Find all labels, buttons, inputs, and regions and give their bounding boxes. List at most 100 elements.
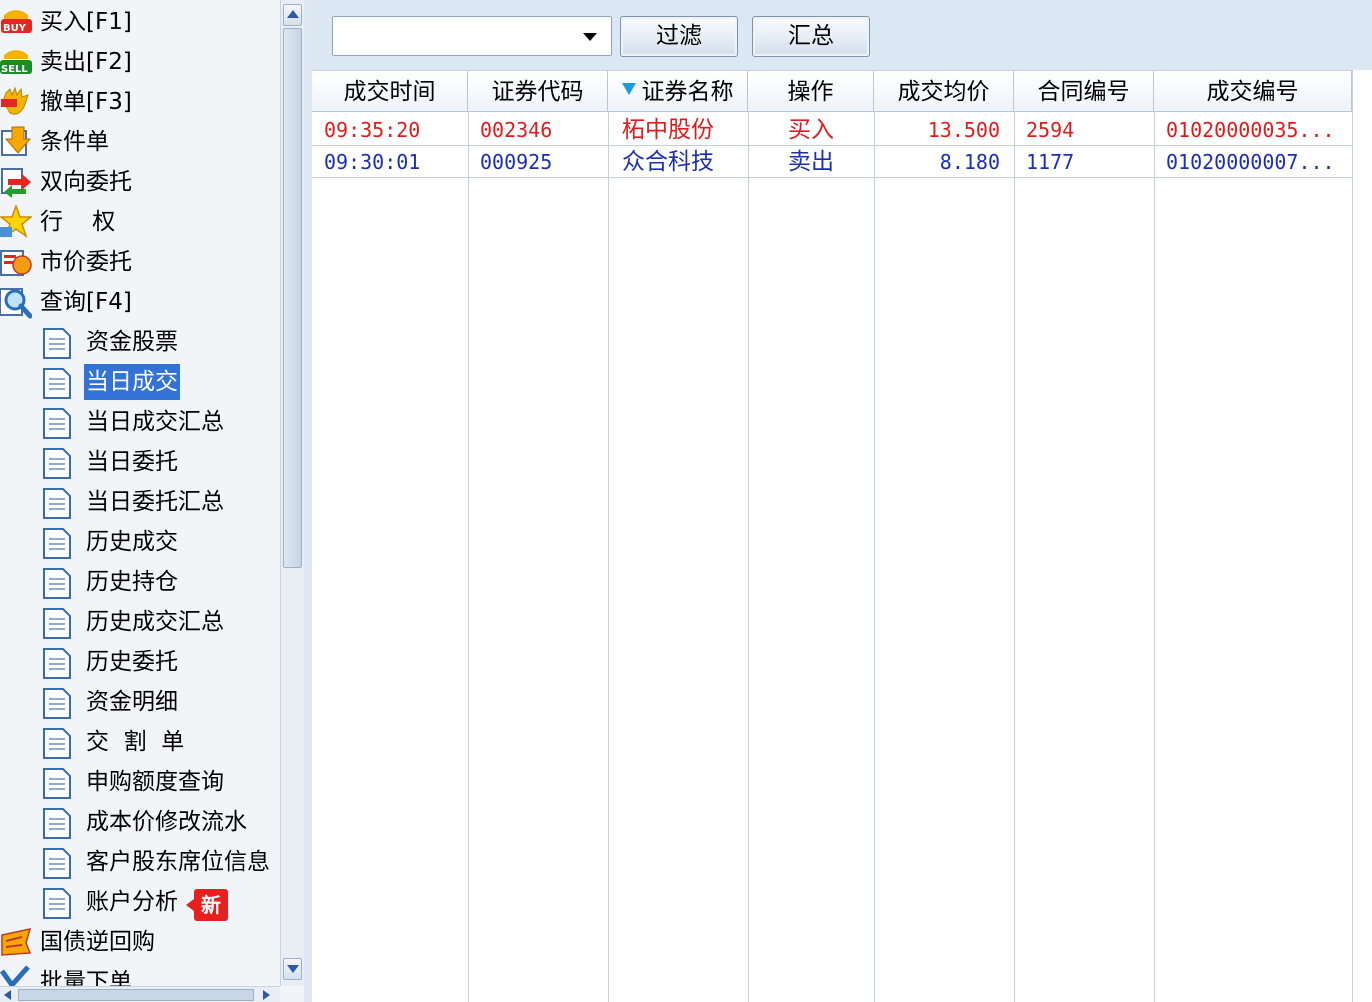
- sort-indicator-icon: [621, 83, 636, 95]
- tree-item-condition-order[interactable]: 条件单: [0, 122, 280, 162]
- cell-deal-no: 01020000007...: [1166, 150, 1335, 174]
- toolbar: 过滤 汇总: [312, 0, 1372, 70]
- sub-item-label: 资金股票: [86, 329, 178, 355]
- column-divider: [1352, 70, 1353, 1002]
- document-icon: [43, 808, 71, 839]
- summary-button[interactable]: 汇总: [752, 16, 870, 57]
- sub-item-label: 账户分析: [86, 889, 178, 915]
- column-divider: [874, 112, 875, 1002]
- main-panel: 过滤 汇总 成交时间 证券代码 证券名称 操作 成交均价 合同编号 成交编号 0…: [304, 0, 1372, 1002]
- tree-item-market-order[interactable]: 市价委托: [0, 242, 280, 282]
- tree-item-label: 买入[F1]: [40, 9, 132, 35]
- sub-item-account-analysis[interactable]: 账户分析 新: [0, 882, 280, 922]
- sub-item-delivery-slip[interactable]: 交 割 单: [0, 722, 280, 762]
- sub-item-history-trades[interactable]: 历史成交: [0, 522, 280, 562]
- svg-text:SELL: SELL: [1, 64, 28, 75]
- tree-item-buy[interactable]: BUY 买入[F1]: [0, 2, 280, 42]
- cell-action: 买入: [788, 117, 834, 143]
- filter-button[interactable]: 过滤: [620, 16, 738, 57]
- tree-item-label: 查询[F4]: [40, 289, 132, 315]
- sub-item-cost-price-log[interactable]: 成本价修改流水: [0, 802, 280, 842]
- tree-item-label: 国债逆回购: [40, 929, 155, 955]
- arrow-down-icon: [287, 965, 299, 973]
- arrow-right-icon: [263, 990, 270, 1000]
- batch-order-icon: [0, 965, 30, 986]
- tree-horizontal-scrollbar[interactable]: [0, 986, 280, 1002]
- column-header-deal-no[interactable]: 成交编号: [1154, 71, 1352, 112]
- sub-item-label: 成本价修改流水: [86, 809, 247, 835]
- document-icon: [43, 328, 71, 359]
- filter-dropdown[interactable]: [332, 16, 612, 56]
- sub-item-funds-stocks[interactable]: 资金股票: [0, 322, 280, 362]
- table-row[interactable]: 09:35:20 002346 柘中股份 买入 13.500 2594 0102…: [312, 114, 1352, 146]
- sub-item-shareholder-seat-info[interactable]: 客户股东席位信息: [0, 842, 280, 882]
- sub-item-label-selected: 当日成交: [84, 364, 180, 400]
- buy-icon: BUY: [1, 10, 32, 34]
- column-header-name[interactable]: 证券名称: [608, 71, 748, 112]
- sub-item-label: 申购额度查询: [86, 769, 224, 795]
- cancel-order-icon: [1, 86, 29, 115]
- document-icon: [43, 568, 71, 599]
- document-icon: [43, 488, 71, 519]
- tree-item-label: 双向委托: [40, 169, 132, 195]
- scroll-down-button[interactable]: [283, 958, 302, 980]
- table-row[interactable]: 09:30:01 000925 众合科技 卖出 8.180 1177 01020…: [312, 146, 1352, 178]
- sub-item-history-orders[interactable]: 历史委托: [0, 642, 280, 682]
- cell-name: 柘中股份: [622, 117, 714, 143]
- tree-item-label: 卖出[F2]: [40, 49, 132, 75]
- sub-item-fund-details[interactable]: 资金明细: [0, 682, 280, 722]
- cell-name: 众合科技: [622, 149, 714, 175]
- column-header-name-label: 证券名称: [641, 79, 734, 105]
- cell-contract-no: 1177: [1026, 150, 1075, 174]
- tree-item-label: 行 权: [40, 209, 116, 235]
- document-icon: [43, 608, 71, 639]
- function-tree: BUY 买入[F1] SELL 卖出[F2] 撤单[F3] 条件单 双向委托 行…: [0, 0, 280, 986]
- sub-item-label: 交 割 单: [86, 729, 185, 755]
- trades-table: 成交时间 证券代码 证券名称 操作 成交均价 合同编号 成交编号 09:35:2…: [312, 70, 1372, 1002]
- sub-item-label: 历史成交汇总: [86, 609, 224, 635]
- tree-item-cancel-order[interactable]: 撤单[F3]: [0, 82, 280, 122]
- sub-item-history-trades-summary[interactable]: 历史成交汇总: [0, 602, 280, 642]
- column-divider: [468, 112, 469, 1002]
- column-header-avg-price[interactable]: 成交均价: [874, 71, 1014, 112]
- cell-code: 002346: [480, 118, 553, 142]
- document-icon: [43, 368, 71, 399]
- sub-item-today-trades-summary[interactable]: 当日成交汇总: [0, 402, 280, 442]
- column-header-time[interactable]: 成交时间: [312, 71, 468, 112]
- tree-vertical-scrollbar[interactable]: [280, 0, 304, 986]
- cell-deal-no: 01020000035...: [1166, 118, 1335, 142]
- document-icon: [43, 768, 71, 799]
- cell-avg-price: 13.500: [927, 118, 1000, 142]
- tree-item-sell[interactable]: SELL 卖出[F2]: [0, 42, 280, 82]
- column-header-code[interactable]: 证券代码: [468, 71, 608, 112]
- column-header-contract-no[interactable]: 合同编号: [1014, 71, 1154, 112]
- sub-item-today-orders[interactable]: 当日委托: [0, 442, 280, 482]
- scroll-left-button[interactable]: [0, 988, 16, 1002]
- scroll-up-button[interactable]: [283, 4, 302, 26]
- exercise-star-icon: [0, 205, 32, 238]
- tree-item-reverse-repo[interactable]: 国债逆回购: [0, 922, 280, 962]
- sub-item-subscription-quota[interactable]: 申购额度查询: [0, 762, 280, 802]
- tree-item-label: 撤单[F3]: [40, 89, 132, 115]
- sub-item-today-orders-summary[interactable]: 当日委托汇总: [0, 482, 280, 522]
- tree-item-batch-order[interactable]: 批量下单: [0, 962, 280, 986]
- two-way-order-icon: [1, 168, 31, 198]
- tree-item-query[interactable]: 查询[F4]: [0, 282, 280, 322]
- new-badge: 新: [186, 889, 228, 921]
- chevron-down-icon: [583, 33, 597, 41]
- sub-item-history-positions[interactable]: 历史持仓: [0, 562, 280, 602]
- column-divider: [608, 112, 609, 1002]
- condition-order-icon: [1, 126, 32, 156]
- document-icon: [43, 448, 71, 479]
- sub-item-label: 当日委托: [86, 449, 178, 475]
- document-icon: [43, 408, 71, 439]
- scroll-right-button[interactable]: [258, 988, 274, 1002]
- column-header-action[interactable]: 操作: [748, 71, 874, 112]
- sub-item-today-trades[interactable]: 当日成交: [0, 362, 280, 402]
- svg-text:BUY: BUY: [3, 23, 27, 34]
- tree-item-exercise[interactable]: 行 权: [0, 202, 280, 242]
- market-order-icon: [0, 250, 32, 276]
- horizontal-scroll-thumb[interactable]: [18, 989, 254, 1001]
- scroll-thumb[interactable]: [283, 28, 302, 568]
- tree-item-two-way-order[interactable]: 双向委托: [0, 162, 280, 202]
